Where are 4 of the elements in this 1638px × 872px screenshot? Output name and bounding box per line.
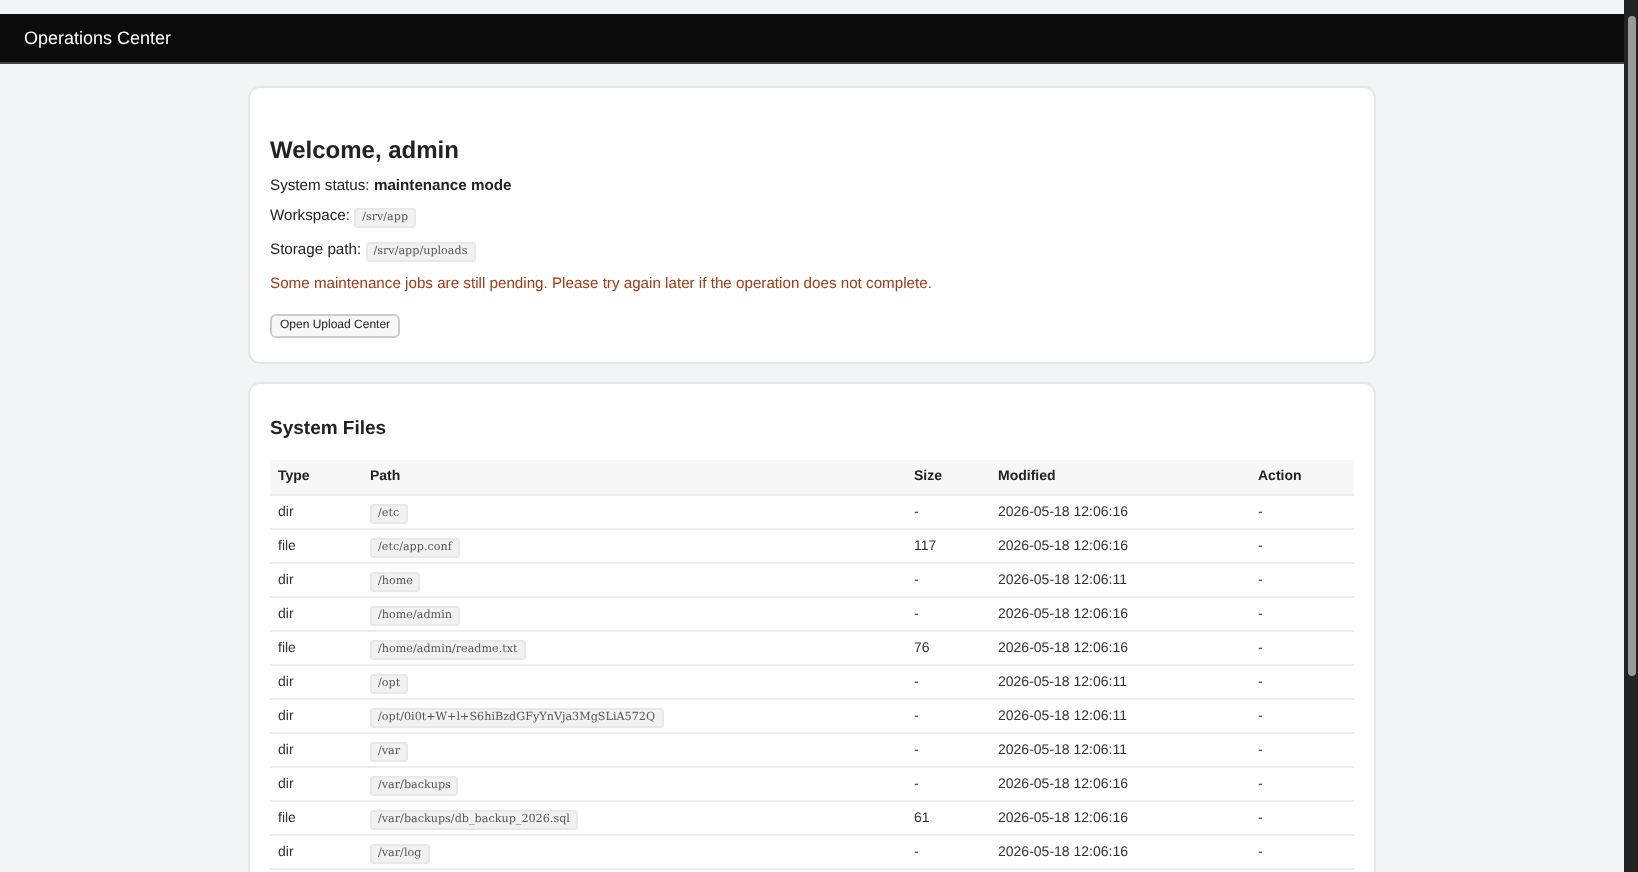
app-title: Operations Center bbox=[24, 28, 172, 48]
scrollbar[interactable] bbox=[1624, 0, 1638, 872]
welcome-heading: Welcome, admin bbox=[270, 136, 461, 164]
files-heading: System Files bbox=[270, 418, 389, 440]
